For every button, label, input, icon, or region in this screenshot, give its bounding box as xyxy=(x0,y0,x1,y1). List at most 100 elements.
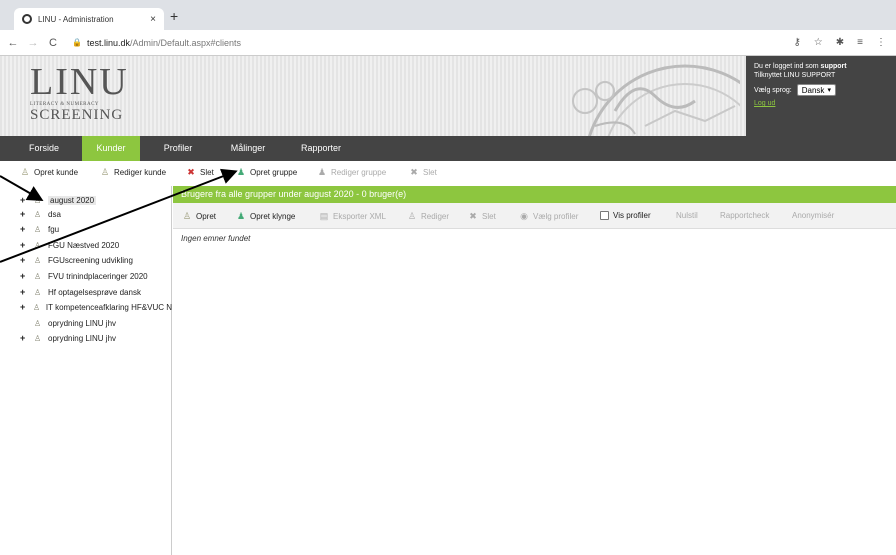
person-icon: ♙ xyxy=(34,255,42,265)
nav-kunder[interactable]: Kunder xyxy=(82,136,140,161)
profile-icon: ◉ xyxy=(520,211,528,221)
create-user-label: Opret xyxy=(196,211,217,221)
delete-user-button[interactable]: ✖ Slet xyxy=(468,211,496,221)
delete-customer-label: Slet xyxy=(200,167,214,177)
delete-icon: ✖ xyxy=(469,211,477,221)
show-profiles-checkbox[interactable] xyxy=(600,211,609,220)
expand-icon[interactable]: + xyxy=(20,333,30,343)
reload-icon[interactable]: C xyxy=(46,37,60,49)
xml-file-icon: ▤ xyxy=(319,211,329,221)
tree-item[interactable]: + ♙ dsa xyxy=(0,207,172,221)
person-icon: ♙ xyxy=(34,333,42,343)
logout-link[interactable]: Log ud xyxy=(754,99,888,108)
cluster-icon: ♟ xyxy=(236,211,246,221)
address-bar: ← → C 🔒 test.linu.dk/Admin/Default.aspx#… xyxy=(0,30,896,56)
create-customer-label: Opret kunde xyxy=(34,167,79,177)
tree-item[interactable]: + ♙ Hf optagelsesprøve dansk xyxy=(0,285,172,299)
tree-item[interactable]: + ♙ fgu xyxy=(0,222,172,236)
lock-icon: 🔒 xyxy=(72,38,82,47)
expand-icon[interactable]: + xyxy=(20,302,29,312)
main-nav: Forside Kunder Profiler Målinger Rapport… xyxy=(0,136,896,161)
delete-icon: ✖ xyxy=(187,167,195,177)
report-check-button[interactable]: Rapportcheck xyxy=(720,211,769,220)
user-edit-icon: ♙ xyxy=(407,211,417,221)
nav-maalinger[interactable]: Målinger xyxy=(223,136,273,161)
person-icon: ♙ xyxy=(34,240,42,250)
reading-list-icon[interactable]: ≡ xyxy=(857,37,863,48)
reset-label: Nulstil xyxy=(676,211,698,220)
create-customer-button[interactable]: ♙ Opret kunde xyxy=(20,167,78,177)
show-profiles-label: Vis profiler xyxy=(613,211,651,220)
delete-customer-button[interactable]: ✖ Slet xyxy=(186,167,214,177)
tree-item-label: dsa xyxy=(48,209,61,219)
reset-button[interactable]: Nulstil xyxy=(676,211,698,220)
user-add-icon: ♙ xyxy=(20,167,30,177)
expand-icon[interactable]: + xyxy=(20,224,30,234)
export-xml-button[interactable]: ▤ Eksporter XML xyxy=(319,211,386,221)
edit-customer-button[interactable]: ♙ Rediger kunde xyxy=(100,167,166,177)
delete-user-label: Slet xyxy=(482,211,496,221)
affiliation-text: Tilknyttet LINU SUPPORT xyxy=(754,72,836,79)
edit-user-button[interactable]: ♙ Rediger xyxy=(407,211,449,221)
customer-toolbar: ♙ Opret kunde ♙ Rediger kunde ✖ Slet ♟ O… xyxy=(0,162,896,184)
expand-icon[interactable]: + xyxy=(20,195,30,205)
menu-icon[interactable]: ⋮ xyxy=(876,37,886,48)
tree-item[interactable]: + ♙ FGU Næstved 2020 xyxy=(0,238,172,252)
expand-icon[interactable]: + xyxy=(20,240,30,250)
show-profiles-toggle[interactable]: Vis profiler xyxy=(600,211,651,220)
logged-in-user: support xyxy=(820,63,847,70)
expand-icon[interactable]: + xyxy=(20,209,30,219)
logo-bottom-text: SCREENING xyxy=(30,107,124,123)
edit-group-button[interactable]: ♟ Rediger gruppe xyxy=(317,167,386,177)
tree-item[interactable]: + ♙ august 2020 xyxy=(0,193,172,207)
star-icon[interactable]: ☆ xyxy=(814,37,823,48)
back-icon[interactable]: ← xyxy=(6,37,20,49)
language-label: Vælg sprog: xyxy=(754,86,792,94)
create-group-label: Opret gruppe xyxy=(250,167,298,177)
language-select[interactable]: Dansk ▾ xyxy=(796,84,836,96)
user-add-icon: ♙ xyxy=(182,211,192,221)
new-tab-button[interactable]: + xyxy=(170,8,178,24)
globe-icon xyxy=(22,14,32,24)
customer-tree: + ♙ august 2020 + ♙ dsa + ♙ fgu + ♙ FGU Næstved … xyxy=(0,186,172,555)
delete-group-button[interactable]: ✖ Slet xyxy=(409,167,437,177)
url-host: test.linu.dk xyxy=(86,37,130,48)
expand-icon[interactable]: + xyxy=(20,271,30,281)
forward-icon[interactable]: → xyxy=(26,37,40,49)
tab-close-icon[interactable]: × xyxy=(150,14,156,25)
choose-profiles-button[interactable]: ◉ Vælg profiler xyxy=(519,211,578,221)
create-cluster-button[interactable]: ♟ Opret klynge xyxy=(236,211,295,221)
person-icon: ♙ xyxy=(34,318,42,328)
tree-item-label: IT kompetenceafklaring HF&VUC N xyxy=(45,302,172,312)
person-icon: ♙ xyxy=(32,302,41,312)
key-icon[interactable]: ⚷ xyxy=(793,37,800,48)
nav-forside[interactable]: Forside xyxy=(18,136,70,161)
tree-item[interactable]: + ♙ FGUscreening udvikling xyxy=(0,253,172,267)
extension-icon[interactable]: ✱ xyxy=(836,37,844,48)
browser-tab[interactable]: LINU - Administration × xyxy=(14,8,164,30)
anonymize-button[interactable]: Anonymisér xyxy=(792,211,834,220)
user-edit-icon: ♙ xyxy=(100,167,110,177)
tree-item[interactable]: + ♙ oprydning LINU jhv xyxy=(0,331,172,345)
linu-logo[interactable]: LINU LITERACY & NUMERACY SCREENING xyxy=(30,62,127,130)
nav-rapporter[interactable]: Rapporter xyxy=(292,136,350,161)
person-icon: ♙ xyxy=(34,287,42,297)
seal-decoration xyxy=(572,64,740,136)
tree-item[interactable]: ♙ oprydning LINU jhv xyxy=(0,316,172,330)
users-header: Brugere fra alle grupper under august 20… xyxy=(173,186,896,203)
person-icon: ♙ xyxy=(34,224,42,234)
group-add-icon: ♟ xyxy=(236,167,246,177)
tree-item[interactable]: + ♙ IT kompetenceafklaring HF&VUC N xyxy=(0,300,172,314)
create-user-button[interactable]: ♙ Opret xyxy=(182,211,216,221)
user-panel: Du er logget ind som support Tilknyttet … xyxy=(746,56,896,136)
create-group-button[interactable]: ♟ Opret gruppe xyxy=(236,167,297,177)
browser-tabbar: LINU - Administration × + xyxy=(0,0,896,30)
url-field[interactable]: 🔒 test.linu.dk/Admin/Default.aspx#client… xyxy=(72,38,241,48)
nav-profiler[interactable]: Profiler xyxy=(158,136,198,161)
expand-icon[interactable]: + xyxy=(20,287,30,297)
delete-icon: ✖ xyxy=(410,167,418,177)
tree-item[interactable]: + ♙ FVU trinindplaceringer 2020 xyxy=(0,269,172,283)
expand-icon[interactable]: + xyxy=(20,255,30,265)
group-edit-icon: ♟ xyxy=(317,167,327,177)
tree-item-label: FGUscreening udvikling xyxy=(48,255,133,265)
